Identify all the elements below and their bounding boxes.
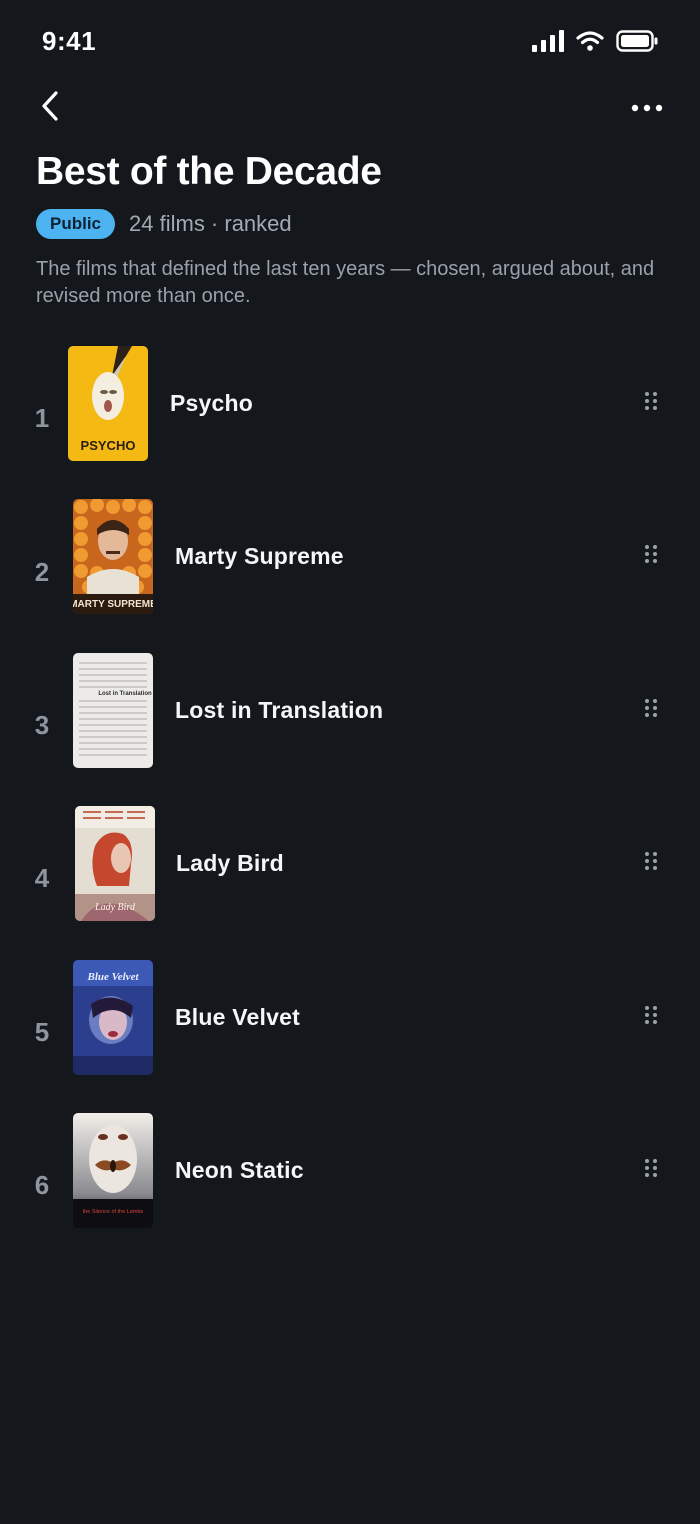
wifi-icon xyxy=(576,30,604,57)
film-title: Psycho xyxy=(170,390,254,416)
film-poster[interactable]: Lost in Translation xyxy=(73,652,153,768)
nav-bar xyxy=(0,86,700,130)
more-options-button[interactable] xyxy=(622,86,672,130)
film-row[interactable]: 4 Lady Bird Lady Bird xyxy=(0,802,700,955)
film-count-meta: 24 films · ranked xyxy=(129,211,292,236)
cellular-signal-icon xyxy=(532,30,564,57)
film-row[interactable]: 1 PSYCHO Psycho xyxy=(0,342,700,495)
back-button[interactable] xyxy=(28,86,72,130)
film-poster[interactable]: Blue Velvet xyxy=(73,959,153,1075)
film-row[interactable]: 2 MARTY SUPREME Marty Supreme xyxy=(0,495,700,648)
film-rank: 1 xyxy=(34,403,50,434)
film-row[interactable]: 6 the Silence of the Lambs Neon Static xyxy=(0,1109,700,1262)
drag-handle-icon xyxy=(644,544,658,569)
poster-title-text: PSYCHO xyxy=(81,438,136,453)
drag-handle-icon xyxy=(644,698,658,723)
status-time: 9:41 xyxy=(42,26,97,56)
ellipsis-icon xyxy=(631,99,663,117)
status-icons xyxy=(532,30,658,57)
chevron-left-icon xyxy=(39,90,61,127)
drag-handle[interactable] xyxy=(636,346,666,461)
film-title: Lost in Translation xyxy=(175,696,384,723)
film-list: 1 PSYCHO Psycho 2 MARTY SUPREME Marty Su… xyxy=(0,342,700,1262)
drag-handle[interactable] xyxy=(636,653,666,768)
meta-row: Public 24 films · ranked xyxy=(36,208,666,240)
drag-handle[interactable] xyxy=(636,499,666,614)
page-title: Best of the Decade xyxy=(36,150,382,193)
poster-title-text: MARTY SUPREME xyxy=(73,599,153,610)
poster-title-text: Lost in Translation xyxy=(98,691,152,697)
poster-title-text: Lady Bird xyxy=(94,902,136,913)
drag-handle-icon xyxy=(644,391,658,416)
film-poster[interactable]: the Silence of the Lambs xyxy=(73,1112,153,1228)
film-rank: 4 xyxy=(34,863,50,894)
film-poster[interactable]: PSYCHO xyxy=(68,346,148,461)
battery-icon xyxy=(616,30,658,57)
poster-title-text: the Silence of the Lambs xyxy=(83,1209,144,1215)
film-rank: 5 xyxy=(34,1016,50,1047)
film-poster[interactable]: MARTY SUPREME xyxy=(73,499,153,615)
drag-handle-icon xyxy=(644,851,658,876)
film-title: Neon Static xyxy=(175,1156,304,1183)
drag-handle-icon xyxy=(644,1158,658,1183)
film-row[interactable]: 5 Blue Velvet Blue Velvet xyxy=(0,956,700,1109)
film-poster[interactable]: Lady Bird xyxy=(75,806,155,922)
film-rank: 2 xyxy=(34,556,50,587)
drag-handle[interactable] xyxy=(636,1113,666,1228)
film-title: Marty Supreme xyxy=(175,543,344,570)
poster-title-text: Blue Velvet xyxy=(86,971,139,983)
drag-handle-icon xyxy=(644,1005,658,1030)
drag-handle[interactable] xyxy=(636,960,666,1075)
status-bar: 9:41 xyxy=(0,0,700,86)
list-description: The films that defined the last ten year… xyxy=(36,258,655,307)
film-title: Blue Velvet xyxy=(175,1003,300,1030)
visibility-badge: Public xyxy=(36,209,116,239)
film-title: Lady Bird xyxy=(176,850,284,877)
drag-handle[interactable] xyxy=(636,806,666,921)
film-row[interactable]: 3 Lost in Translation Lost in Translatio… xyxy=(0,649,700,802)
film-rank: 3 xyxy=(34,709,50,740)
film-rank: 6 xyxy=(34,1170,50,1201)
list-header: Best of the Decade Public 24 films · ran… xyxy=(36,148,666,310)
